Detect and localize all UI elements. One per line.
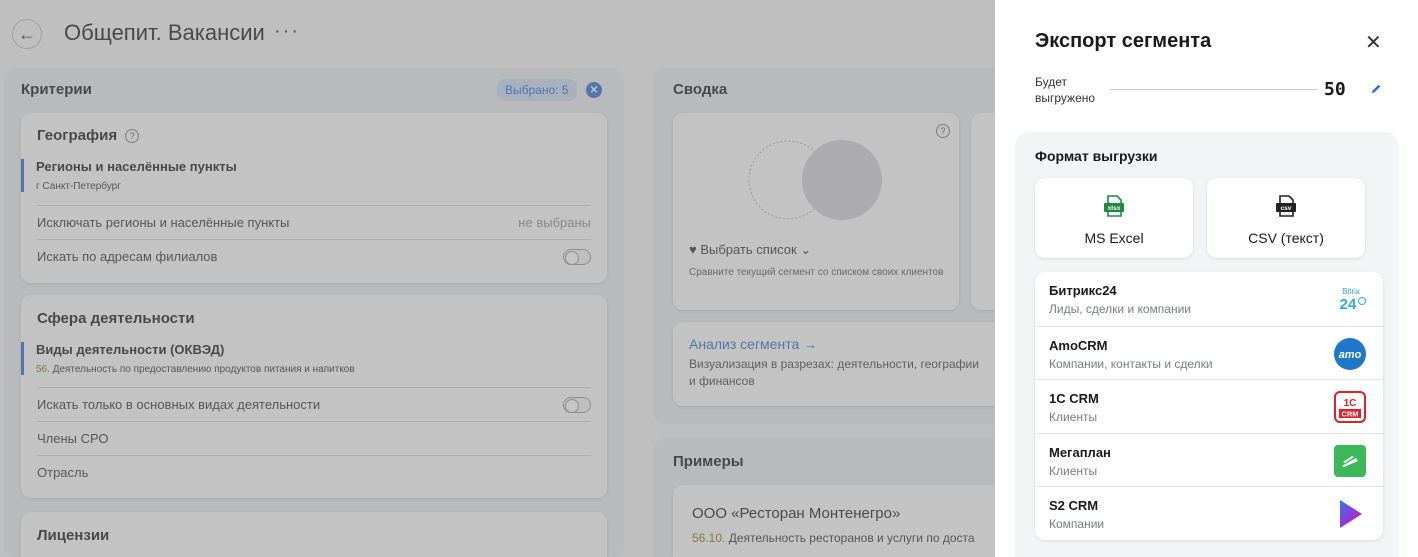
- s2crm-logo: [1333, 497, 1367, 531]
- will-export-count: 50: [1324, 79, 1346, 100]
- integration-s2crm[interactable]: S2 CRM Компании: [1035, 486, 1383, 540]
- integrations-list: Битрикс24 Лиды, сделки и компании Bitrix…: [1035, 272, 1383, 540]
- integration-name: S2 CRM: [1049, 498, 1099, 513]
- integration-desc: Лиды, сделки и компании: [1049, 302, 1191, 316]
- integration-name: AmoCRM: [1049, 337, 1108, 353]
- integration-megaplan[interactable]: Мегаплан Клиенты: [1035, 432, 1383, 487]
- integration-name: Мегаплан: [1049, 444, 1111, 460]
- integration-bitrix24[interactable]: Битрикс24 Лиды, сделки и компании Bitrix…: [1035, 272, 1383, 326]
- format-title: Формат выгрузки: [1035, 148, 1158, 164]
- integration-name: 1С CRM: [1049, 391, 1099, 406]
- integration-desc: Компании, контакты и сделки: [1049, 356, 1213, 371]
- divider-line: [1110, 89, 1318, 90]
- svg-text:CRM: CRM: [1341, 410, 1358, 419]
- excel-format-button[interactable]: xlsx MS Excel: [1035, 178, 1193, 258]
- drawer-title: Экспорт сегмента: [1035, 30, 1212, 52]
- integration-desc: Компании: [1049, 517, 1105, 531]
- close-icon[interactable]: ✕: [1365, 30, 1382, 55]
- csv-format-button[interactable]: csv CSV (текст): [1207, 178, 1365, 258]
- bitrix24-logo: Bitrix 24: [1333, 282, 1367, 316]
- format-section: Формат выгрузки xlsx MS Excel csv CSV (т…: [1015, 132, 1399, 557]
- svg-text:amo: amo: [1339, 349, 1362, 361]
- megaplan-logo: [1333, 444, 1367, 478]
- xlsx-file-icon: xlsx: [1104, 195, 1124, 217]
- 1c-crm-logo: 1С CRM: [1333, 390, 1367, 424]
- svg-text:24: 24: [1340, 296, 1357, 313]
- csv-format-label: CSV (текст): [1248, 230, 1324, 246]
- will-export-label: Будет выгружено: [1035, 75, 1096, 106]
- integration-1c-crm[interactable]: 1С CRM Клиенты 1С CRM: [1035, 379, 1383, 433]
- integration-desc: Клиенты: [1049, 463, 1098, 478]
- svg-text:xlsx: xlsx: [1108, 205, 1121, 212]
- svg-text:1С: 1С: [1344, 398, 1357, 409]
- integration-desc: Клиенты: [1049, 410, 1098, 424]
- integration-amocrm[interactable]: AmoCRM Компании, контакты и сделки amo: [1035, 325, 1383, 380]
- integration-name: Битрикс24: [1049, 283, 1117, 298]
- pencil-icon[interactable]: [1369, 82, 1383, 96]
- modal-overlay[interactable]: [0, 0, 995, 557]
- export-drawer: Экспорт сегмента ✕ Будет выгружено 50 Фо…: [995, 0, 1418, 557]
- csv-file-icon: csv: [1276, 195, 1296, 217]
- svg-text:Bitrix: Bitrix: [1342, 287, 1360, 296]
- amocrm-logo: amo: [1333, 337, 1367, 371]
- svg-text:csv: csv: [1281, 205, 1292, 212]
- excel-format-label: MS Excel: [1084, 230, 1144, 246]
